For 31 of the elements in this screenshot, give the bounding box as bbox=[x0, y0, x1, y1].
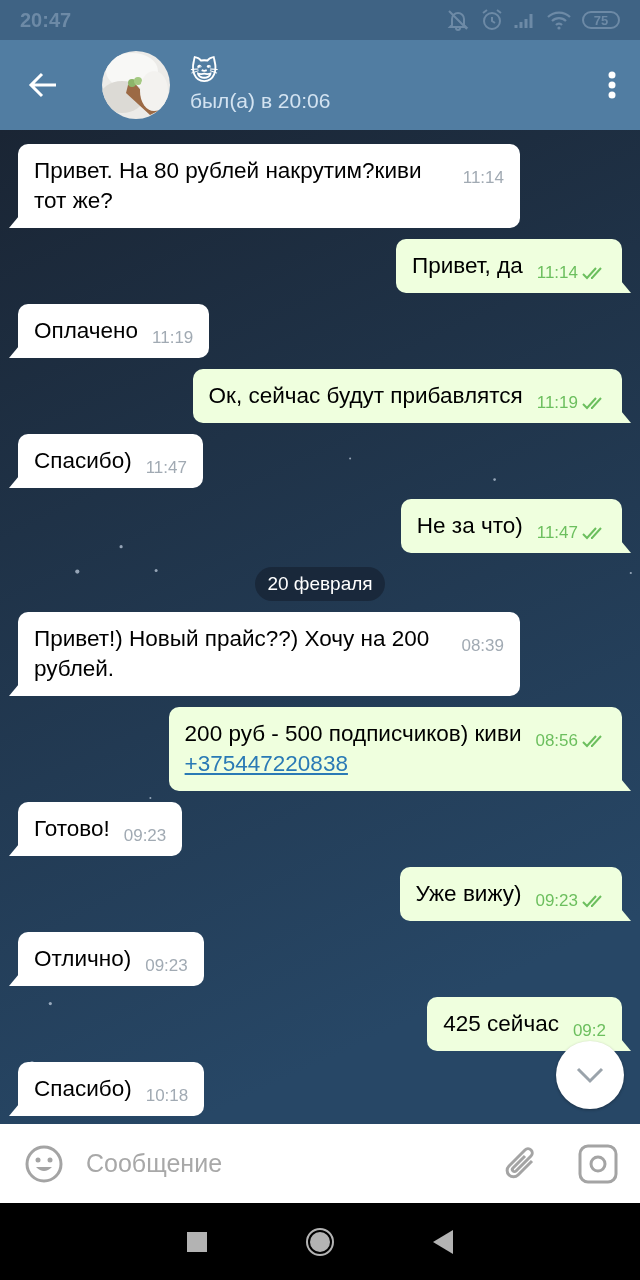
message-text: Спасибо) bbox=[34, 1076, 132, 1101]
phone-link[interactable]: +375447220838 bbox=[184, 751, 348, 776]
message-text: Привет. На 80 рублей накрутим?киви тот же? bbox=[34, 158, 422, 213]
message-text: Привет!) Новый прайс??) Хочу на 200 рублей. bbox=[34, 626, 430, 681]
message-time: 10:18 bbox=[145, 1086, 189, 1106]
message-text: Отлично) bbox=[34, 946, 132, 971]
message-time: 11:14 bbox=[462, 168, 504, 188]
message-text: Оплачено bbox=[34, 318, 138, 343]
message-time: 09:23 bbox=[123, 826, 167, 846]
message-time: 11:47 bbox=[145, 458, 187, 478]
message-time: 08:56 bbox=[535, 731, 578, 751]
message-text: Уже вижу) bbox=[415, 881, 522, 906]
message-text: 425 сейчас bbox=[443, 1011, 559, 1036]
last-seen-status: был(а) в 20:06 bbox=[190, 88, 332, 114]
message-field[interactable]: Сообщение bbox=[84, 1148, 482, 1179]
chat-title: 😺 bbox=[190, 55, 220, 87]
message-time: 11:47 bbox=[536, 523, 578, 543]
message-text: 200 руб - 500 подписчиков) киви bbox=[184, 721, 522, 746]
message-text: Ок, сейчас будут прибавлятся bbox=[208, 383, 523, 408]
message-time: 09:23 bbox=[145, 956, 188, 976]
message-time: 11:19 bbox=[536, 393, 578, 413]
message-time: 11:19 bbox=[152, 328, 194, 348]
message-text: Не за что) bbox=[416, 513, 523, 538]
message-time: 09:23 bbox=[535, 891, 578, 911]
message-text: Спасибо) bbox=[34, 448, 132, 473]
message-text: Привет, да bbox=[412, 253, 523, 278]
date-badge: 20 февраля bbox=[255, 567, 385, 601]
message-text: Готово! bbox=[34, 816, 110, 841]
message-time: 11:14 bbox=[536, 263, 578, 283]
message-time: 08:39 bbox=[461, 636, 504, 656]
message-time: 09:2 bbox=[572, 1021, 606, 1041]
